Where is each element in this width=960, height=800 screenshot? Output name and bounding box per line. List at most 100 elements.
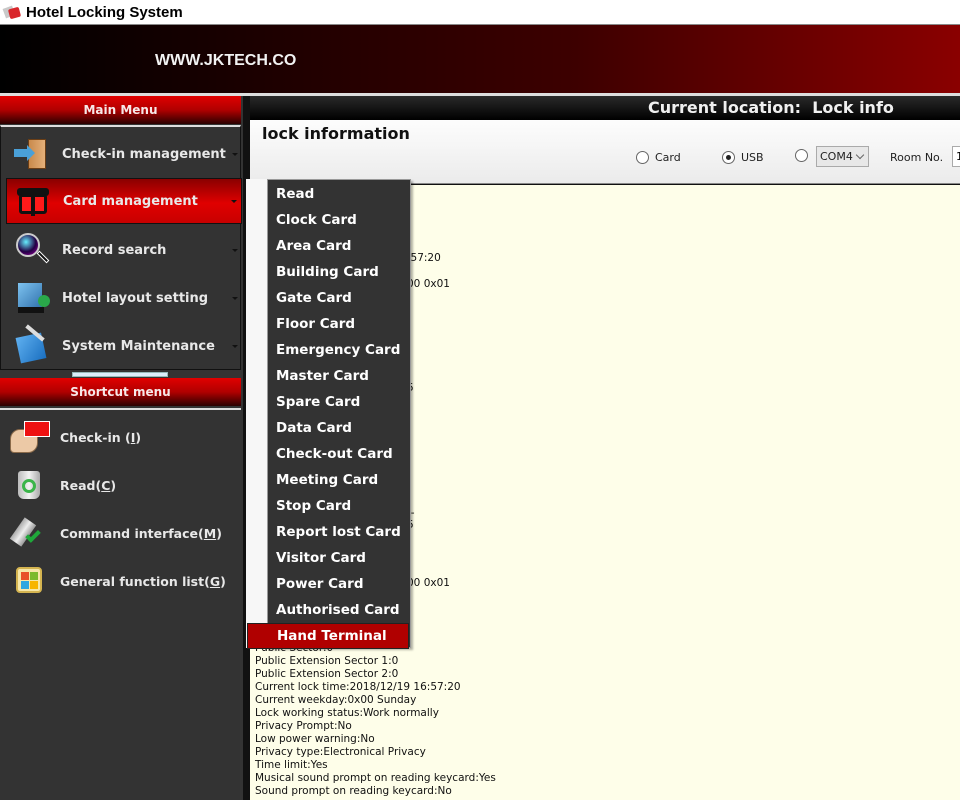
- menu-item-system-maintenance[interactable]: System Maintenance: [6, 323, 242, 369]
- popup-item-visitor-card[interactable]: Visitor Card: [268, 545, 410, 571]
- hand-card-icon: [10, 419, 50, 455]
- popup-item-clock-card[interactable]: Clock Card: [268, 207, 410, 233]
- shortcut-key: M: [203, 525, 217, 541]
- location-value: Lock info: [812, 98, 894, 117]
- popup-item-area-card[interactable]: Area Card: [268, 233, 410, 259]
- shortcut-menu-header[interactable]: Shortcut menu: [0, 378, 241, 406]
- shortcut-text: General function list: [60, 573, 205, 589]
- shortcut-label: Check-in (I): [60, 429, 142, 445]
- info-line: Current weekday:0x00 Sunday: [255, 694, 417, 706]
- info-line: Sound prompt on reading keycard:No: [255, 785, 452, 797]
- chevron-down-icon: [232, 152, 238, 156]
- window-titlebar: Hotel Locking System: [0, 0, 960, 24]
- main-menu-header[interactable]: Main Menu: [0, 96, 241, 124]
- popup-item-master-card[interactable]: Master Card: [268, 363, 410, 389]
- shortcut-key: I: [130, 429, 136, 445]
- popup-item-building-card[interactable]: Building Card: [268, 259, 410, 285]
- menu-item-record-search[interactable]: Record search: [6, 227, 242, 273]
- info-line: Low power warning:No: [255, 733, 375, 745]
- brand-url: WWW.JKTECH.CO: [155, 52, 297, 69]
- shortcut-key: G: [209, 573, 221, 589]
- maintenance-tools-icon: [14, 324, 50, 364]
- sidebar: Main Menu Check-in management Card manag…: [0, 96, 243, 800]
- info-line: Time limit:Yes: [255, 759, 328, 771]
- shortcut-text: Read: [60, 477, 96, 493]
- info-line: Public Extension Sector 2:0: [255, 668, 399, 680]
- shortcut-check-in[interactable]: Check-in (I): [0, 414, 241, 460]
- room-no-input[interactable]: 1: [952, 146, 960, 167]
- magnifier-icon: [14, 233, 50, 267]
- info-line-partial: 00 0x01: [407, 577, 450, 589]
- chevron-down-icon: [232, 296, 238, 300]
- menu-item-label: Card management: [63, 193, 198, 209]
- shortcut-menu: Check-in (I) Read(C) Command interface(M…: [0, 408, 241, 800]
- info-line: Public Extension Sector 1:0: [255, 655, 399, 667]
- location-bar: Current location: Lock info: [250, 96, 960, 120]
- shortcut-label: Read(C): [60, 477, 117, 493]
- popup-item-spare-card[interactable]: Spare Card: [268, 389, 410, 415]
- popup-item-authorised-card[interactable]: Authorised Card: [268, 597, 410, 623]
- hotel-building-icon: [14, 281, 50, 315]
- panel-splitter-handle[interactable]: [72, 372, 168, 377]
- popup-item-power-card[interactable]: Power Card: [268, 571, 410, 597]
- door-arrow-icon: [14, 137, 50, 171]
- shortcut-label: General function list(G): [60, 573, 226, 589]
- radio-button[interactable]: [795, 149, 808, 162]
- com-port-value: COM4: [820, 150, 853, 163]
- popup-item-read[interactable]: Read: [268, 181, 410, 207]
- brand-banner: WWW.JKTECH.CO: [0, 24, 960, 93]
- chevron-down-icon: [232, 248, 238, 252]
- popup-item-data-card[interactable]: Data Card: [268, 415, 410, 441]
- menu-item-card-management[interactable]: Card management: [6, 178, 242, 224]
- info-line-partial: :57:20: [407, 252, 441, 264]
- info-line: Privacy type:Electronical Privacy: [255, 746, 426, 758]
- shortcut-label: Command interface(M): [60, 525, 222, 541]
- menu-item-label: Check-in management: [62, 146, 226, 162]
- menu-item-hotel-layout-setting[interactable]: Hotel layout setting: [6, 275, 242, 321]
- popup-menu-gutter: [246, 179, 267, 648]
- window-title: Hotel Locking System: [26, 3, 183, 21]
- shortcut-command-interface[interactable]: Command interface(M): [0, 510, 241, 556]
- menu-item-label: Record search: [62, 242, 167, 258]
- current-location: Current location: Lock info: [648, 98, 894, 117]
- com-port-select[interactable]: COM4: [816, 146, 869, 167]
- radio-label: USB: [741, 151, 764, 164]
- app-card-icon: [2, 5, 22, 20]
- popup-item-report-lost-card[interactable]: Report lost Card: [268, 519, 410, 545]
- chevron-down-icon: [231, 199, 237, 203]
- lock-info-title: lock information: [262, 124, 410, 143]
- shortcut-text: Check-in: [60, 429, 125, 445]
- chevron-down-icon: [232, 344, 238, 348]
- lock-info-header: lock information Card USB COM4 Room No. …: [250, 120, 960, 184]
- popup-item-floor-card[interactable]: Floor Card: [268, 311, 410, 337]
- info-line-partial: 00 0x01: [407, 278, 450, 290]
- popup-item-gate-card[interactable]: Gate Card: [268, 285, 410, 311]
- info-line: Current lock time:2018/12/19 16:57:20: [255, 681, 461, 693]
- radio-button[interactable]: [636, 151, 649, 164]
- info-line: Privacy Prompt:No: [255, 720, 352, 732]
- plug-check-icon: [9, 515, 50, 551]
- chevron-down-icon: [855, 150, 865, 160]
- shortcut-text: Command interface: [60, 525, 199, 541]
- popup-item-emergency-card[interactable]: Emergency Card: [268, 337, 410, 363]
- info-line: Lock working status:Work normally: [255, 707, 439, 719]
- menu-item-label: System Maintenance: [62, 338, 215, 354]
- popup-item-hand-terminal[interactable]: Hand Terminal: [247, 623, 409, 649]
- shortcut-read[interactable]: Read(C): [0, 462, 241, 508]
- info-line: Musical sound prompt on reading keycard:…: [255, 772, 496, 784]
- popup-item-meeting-card[interactable]: Meeting Card: [268, 467, 410, 493]
- radio-usb[interactable]: USB: [722, 151, 764, 164]
- location-label: Current location:: [648, 98, 802, 117]
- popup-item-check-out-card[interactable]: Check-out Card: [268, 441, 410, 467]
- card-management-popup-menu: Read Clock Card Area Card Building Card …: [247, 179, 411, 649]
- radio-button[interactable]: [722, 151, 735, 164]
- radio-card[interactable]: Card: [636, 151, 681, 164]
- shortcut-general-function-list[interactable]: General function list(G): [0, 558, 241, 604]
- main-menu: Check-in management Card management Reco…: [0, 125, 242, 370]
- room-no-label: Room No.: [890, 151, 944, 164]
- tiles-icon: [10, 563, 50, 599]
- popup-item-stop-card[interactable]: Stop Card: [268, 493, 410, 519]
- radio-label: Card: [655, 151, 681, 164]
- menu-item-check-in-management[interactable]: Check-in management: [6, 131, 242, 177]
- radio-com[interactable]: [795, 149, 814, 162]
